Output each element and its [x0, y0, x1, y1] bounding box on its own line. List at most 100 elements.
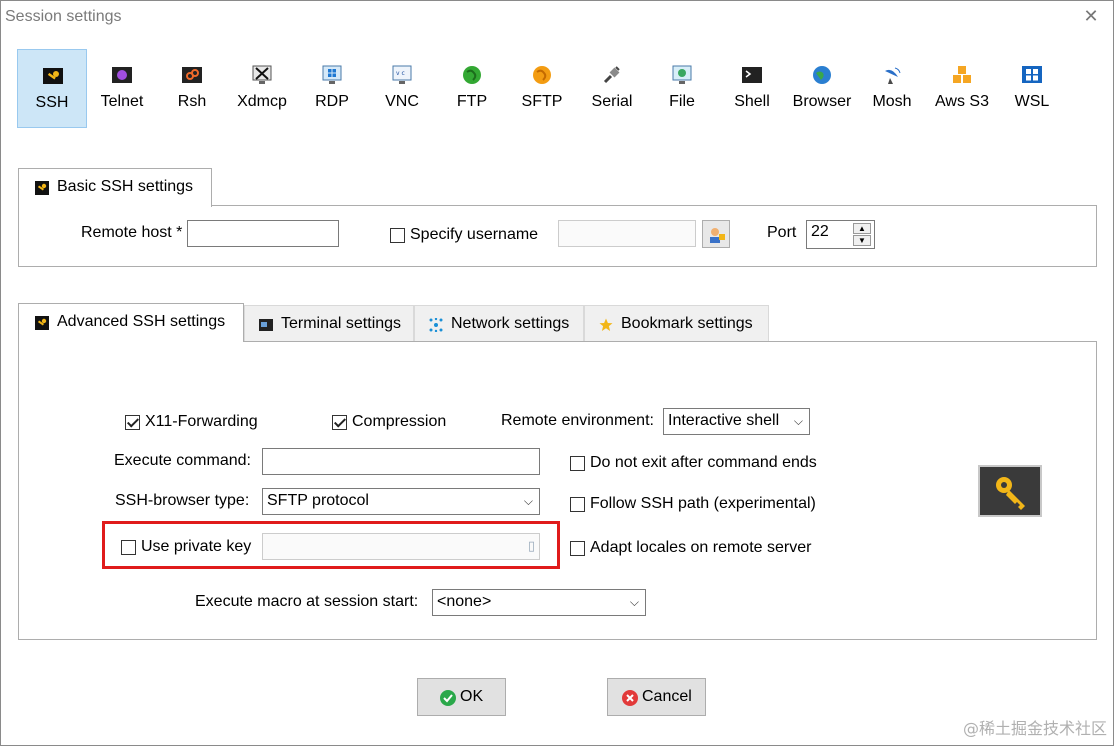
- session-type-xdmcp[interactable]: Xdmcp: [227, 49, 297, 128]
- adapt-locales-checkbox[interactable]: [570, 541, 585, 556]
- do-not-exit-checkbox[interactable]: [570, 456, 585, 471]
- session-type-wsl[interactable]: WSL: [997, 49, 1067, 128]
- session-type-label: FTP: [456, 93, 488, 110]
- session-type-sftp[interactable]: SFTP: [507, 49, 577, 128]
- remote-host-label: Remote host *: [81, 224, 183, 241]
- ok-button[interactable]: OK: [417, 678, 506, 716]
- session-type-label: Rsh: [177, 93, 207, 110]
- session-type-rdp[interactable]: RDP: [297, 49, 367, 128]
- highlight-box: [102, 521, 560, 569]
- check-circle-icon: [440, 690, 456, 706]
- sftp-icon: [533, 66, 551, 84]
- session-type-shell[interactable]: Shell: [717, 49, 787, 128]
- key-icon: [996, 477, 1025, 510]
- file-monitor-icon: [672, 65, 692, 84]
- terminal-icon: [259, 319, 273, 331]
- x11-forwarding-label: X11-Forwarding: [145, 413, 258, 430]
- tab-label: Terminal settings: [281, 315, 402, 332]
- remote-host-input[interactable]: [187, 220, 339, 247]
- session-type-ftp[interactable]: FTP: [437, 49, 507, 128]
- xdmcp-icon: [252, 65, 272, 84]
- tab-network-settings[interactable]: Network settings: [414, 305, 584, 341]
- chevron-down-icon: ⌵: [629, 595, 639, 609]
- remote-environment-label: Remote environment:: [501, 412, 654, 429]
- port-stepper[interactable]: 22 ▲ ▼: [806, 220, 875, 249]
- ftp-globe-icon: [463, 66, 481, 84]
- session-type-serial[interactable]: Serial: [577, 49, 647, 128]
- session-type-telnet[interactable]: Telnet: [87, 49, 157, 128]
- chevron-down-icon: ⌵: [793, 414, 803, 428]
- close-icon[interactable]: ✕: [1081, 6, 1101, 26]
- x11-forwarding-checkbox[interactable]: [125, 415, 140, 430]
- port-decrement-button[interactable]: ▼: [853, 235, 871, 246]
- session-type-label: Xdmcp: [237, 93, 287, 110]
- window-title: Session settings: [5, 8, 122, 25]
- browser-globe-icon: [813, 66, 831, 84]
- session-type-file[interactable]: File: [647, 49, 717, 128]
- session-type-label: Aws S3: [935, 93, 989, 110]
- session-type-label: Shell: [734, 93, 770, 110]
- cancel-circle-icon: [622, 690, 638, 706]
- session-type-label: Browser: [792, 93, 852, 110]
- vnc-icon: v c: [392, 65, 412, 84]
- follow-ssh-path-label: Follow SSH path (experimental): [590, 495, 816, 512]
- cancel-label: Cancel: [642, 688, 692, 705]
- tab-advanced-ssh-settings[interactable]: Advanced SSH settings: [18, 303, 244, 342]
- session-type-label: Serial: [591, 93, 633, 110]
- execute-macro-select[interactable]: <none> ⌵: [432, 589, 646, 616]
- execute-command-label: Execute command:: [114, 452, 251, 469]
- session-type-ssh[interactable]: SSH: [17, 49, 87, 128]
- cancel-button[interactable]: Cancel: [607, 678, 706, 716]
- tab-basic-ssh-settings[interactable]: Basic SSH settings: [18, 168, 212, 207]
- port-increment-button[interactable]: ▲: [853, 223, 871, 234]
- rsh-icon: [182, 67, 202, 83]
- session-type-label: RDP: [315, 93, 349, 110]
- session-type-label: File: [669, 93, 695, 110]
- session-type-label: VNC: [385, 93, 419, 110]
- session-type-label: SFTP: [521, 93, 563, 110]
- specify-username-label: Specify username: [410, 226, 539, 243]
- follow-ssh-path-checkbox[interactable]: [570, 497, 585, 512]
- session-type-label: Mosh: [872, 93, 912, 110]
- wsl-windows-icon: [1022, 66, 1042, 83]
- port-label: Port: [767, 224, 797, 241]
- user-manager-button[interactable]: [702, 220, 730, 248]
- ssh-key-icon: [35, 181, 49, 195]
- session-type-label: SSH: [35, 94, 69, 111]
- compression-checkbox[interactable]: [332, 415, 347, 430]
- serial-plug-icon: [603, 66, 620, 84]
- execute-command-input[interactable]: [262, 448, 540, 475]
- rdp-icon: [322, 65, 342, 84]
- watermark: @稀土掘金技术社区: [962, 719, 1107, 738]
- tab-bookmark-settings[interactable]: Bookmark settings: [584, 305, 769, 341]
- execute-macro-value: <none>: [437, 593, 492, 610]
- tab-terminal-settings[interactable]: Terminal settings: [244, 305, 414, 341]
- session-type-rsh[interactable]: Rsh: [157, 49, 227, 128]
- ssh-browser-type-select[interactable]: SFTP protocol ⌵: [262, 488, 540, 515]
- star-icon: [599, 318, 613, 331]
- chevron-down-icon: ⌵: [523, 494, 533, 508]
- tab-label: Advanced SSH settings: [57, 313, 226, 330]
- session-type-mosh[interactable]: Mosh: [857, 49, 927, 128]
- ssh-browser-type-value: SFTP protocol: [267, 492, 369, 509]
- mosh-satellite-icon: [885, 67, 901, 84]
- advanced-settings-panel: X11-Forwarding Compression Remote enviro…: [18, 341, 1097, 640]
- aws-s3-cubes-icon: [953, 66, 971, 83]
- session-type-aws-s3[interactable]: Aws S3: [927, 49, 997, 128]
- ok-label: OK: [460, 688, 484, 705]
- specify-username-checkbox[interactable]: [390, 228, 405, 243]
- remote-environment-select[interactable]: Interactive shell ⌵: [663, 408, 810, 435]
- session-type-vnc[interactable]: v c VNC: [367, 49, 437, 128]
- title-bar: Session settings ✕: [1, 1, 1113, 33]
- ssh-key-icon: [43, 68, 63, 84]
- ssh-browser-type-label: SSH-browser type:: [115, 492, 250, 509]
- username-input[interactable]: [558, 220, 696, 247]
- compression-label: Compression: [352, 413, 447, 430]
- user-icon: [710, 228, 725, 243]
- session-type-browser[interactable]: Browser: [787, 49, 857, 128]
- telnet-icon: [112, 67, 132, 83]
- tab-label: Basic SSH settings: [57, 178, 194, 195]
- execute-macro-label: Execute macro at session start:: [195, 593, 419, 610]
- ssh-key-generator-button[interactable]: [978, 465, 1042, 517]
- shell-terminal-icon: [742, 67, 762, 83]
